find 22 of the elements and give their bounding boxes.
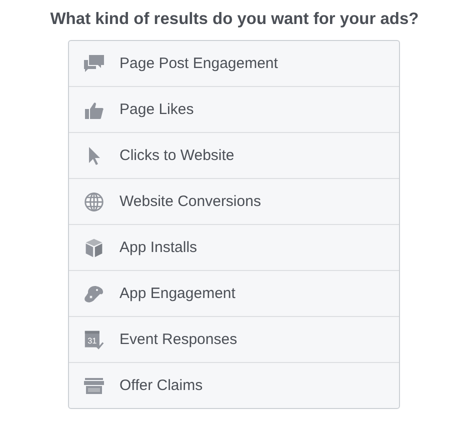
option-label: Offer Claims [120, 377, 203, 394]
objective-option[interactable]: Offer Claims [68, 362, 398, 408]
thumbs-up-icon [82, 100, 104, 120]
option-label: App Installs [120, 239, 198, 256]
objective-option[interactable]: Page Post Engagement [68, 41, 398, 86]
objective-option[interactable]: App Engagement [68, 270, 398, 316]
option-label: Page Likes [120, 101, 194, 118]
objective-option[interactable]: Page Likes [68, 86, 398, 132]
speech-bubbles-icon [82, 54, 104, 74]
gamepad-icon [82, 284, 104, 304]
question-heading: What kind of results do you want for your ads? [50, 10, 419, 29]
option-label: Page Post Engagement [120, 55, 278, 72]
storefront-icon [82, 376, 104, 396]
objective-option[interactable]: 31 Event Responses [68, 316, 398, 362]
objective-option[interactable]: App Installs [68, 224, 398, 270]
option-label: Website Conversions [120, 193, 261, 210]
globe-icon [82, 192, 104, 212]
objective-option[interactable]: Website Conversions [68, 178, 398, 224]
objective-option[interactable]: Clicks to Website [68, 132, 398, 178]
option-label: App Engagement [120, 285, 236, 302]
option-label: Clicks to Website [120, 147, 234, 164]
option-label: Event Responses [120, 331, 238, 348]
